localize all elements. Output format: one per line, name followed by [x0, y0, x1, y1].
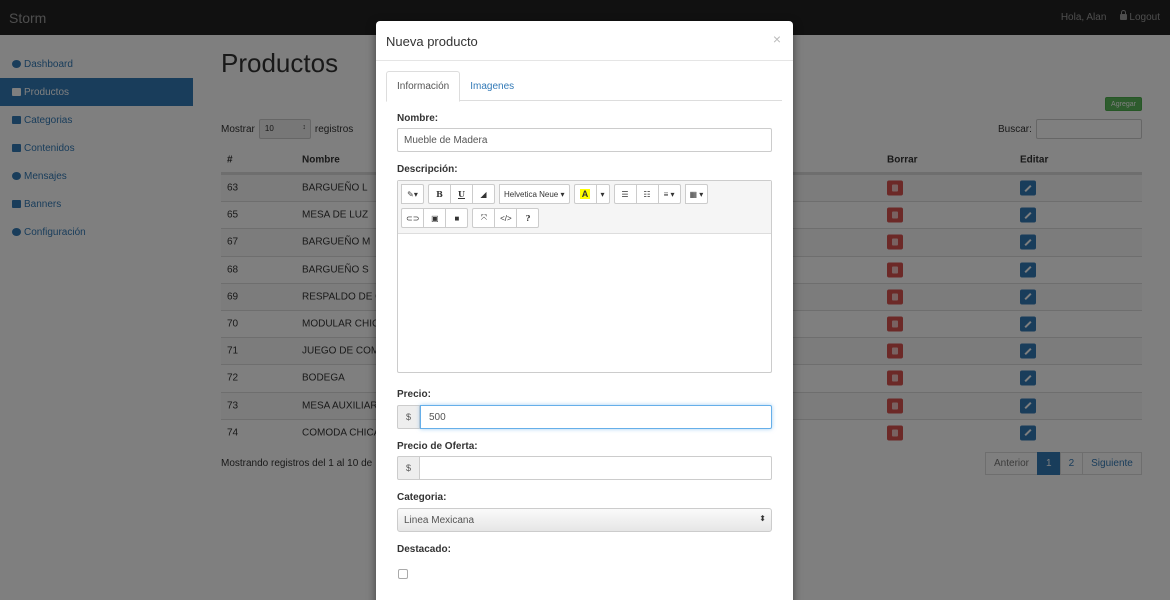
modal-tabs: Información Imagenes	[386, 71, 782, 102]
tab-informacion[interactable]: Información	[386, 71, 461, 102]
modal-title: Nueva producto	[386, 34, 478, 49]
picture-icon: ▣	[431, 213, 439, 223]
font-family-label: Helvetica Neue	[504, 189, 559, 199]
editor-content-area[interactable]	[398, 234, 771, 372]
category-select-value: Linea Mexicana	[404, 515, 475, 526]
list-ul-icon: ☰	[621, 189, 629, 199]
align-left-icon: ≡ ▾	[663, 189, 675, 199]
fullscreen-button[interactable]: ⤧	[472, 208, 496, 228]
name-input[interactable]: Mueble de Madera	[397, 128, 772, 152]
video-button[interactable]: ■	[445, 208, 469, 228]
offer-price-input[interactable]	[420, 456, 772, 480]
text-color-button[interactable]: A	[573, 184, 597, 204]
featured-checkbox[interactable]	[398, 569, 408, 579]
close-icon[interactable]: ×	[773, 31, 781, 47]
paragraph-dropdown[interactable]: ≡ ▾	[657, 184, 681, 204]
featured-label: Destacado:	[397, 544, 451, 555]
select-arrows-icon: ⬍	[759, 514, 766, 523]
link-button[interactable]: ⊂⊃	[401, 208, 425, 228]
link-icon: ⊂⊃	[406, 213, 420, 223]
code-view-button[interactable]: </>	[494, 208, 518, 228]
text-color-dropdown[interactable]: ▾	[595, 184, 610, 204]
description-editor: ✎▾ B U ◢ Helvetica Neue ▾ A ▾ ☰ ☷ ≡ ▾ ▦ …	[397, 180, 772, 373]
category-select[interactable]: Linea Mexicana ⬍	[397, 508, 772, 532]
price-input-group: $ 500	[397, 405, 772, 429]
caret-down-icon: ▾	[600, 189, 605, 199]
price-input[interactable]: 500	[420, 405, 772, 429]
price-label: Precio:	[397, 389, 431, 400]
table-dropdown[interactable]: ▦ ▾	[684, 184, 709, 204]
eraser-button[interactable]: ◢	[472, 184, 495, 204]
eraser-icon: ◢	[480, 189, 487, 199]
underline-icon: U	[458, 189, 465, 199]
description-label: Descripción:	[397, 164, 458, 175]
text-color-icon: A	[579, 189, 591, 199]
image-button[interactable]: ▣	[423, 208, 447, 228]
bold-icon: B	[436, 189, 443, 199]
name-label: Nombre:	[397, 113, 439, 124]
underline-button[interactable]: U	[450, 184, 473, 204]
currency-addon: $	[397, 405, 420, 429]
modal-header: Nueva producto ×	[376, 21, 793, 61]
tab-imagenes[interactable]: Imagenes	[460, 71, 524, 101]
magic-wand-icon[interactable]: ✎▾	[401, 184, 424, 204]
font-family-dropdown[interactable]: Helvetica Neue ▾	[499, 184, 570, 204]
offer-price-label: Precio de Oferta:	[397, 441, 478, 452]
table-icon: ▦ ▾	[689, 189, 704, 199]
fullscreen-icon: ⤧	[480, 213, 488, 222]
editor-toolbar: ✎▾ B U ◢ Helvetica Neue ▾ A ▾ ☰ ☷ ≡ ▾ ▦ …	[398, 181, 771, 234]
offer-price-input-group: $	[397, 456, 772, 480]
code-icon: </>	[500, 213, 512, 223]
help-button[interactable]: ?	[516, 208, 540, 228]
currency-addon: $	[397, 456, 420, 480]
list-ol-icon: ☷	[643, 189, 651, 199]
help-icon: ?	[525, 213, 531, 223]
unordered-list-button[interactable]: ☰	[613, 184, 637, 204]
bold-button[interactable]: B	[428, 184, 451, 204]
new-product-modal: Nueva producto × Información Imagenes No…	[376, 21, 793, 600]
category-label: Categoria:	[397, 492, 447, 503]
ordered-list-button[interactable]: ☷	[635, 184, 659, 204]
video-icon: ■	[454, 213, 460, 223]
